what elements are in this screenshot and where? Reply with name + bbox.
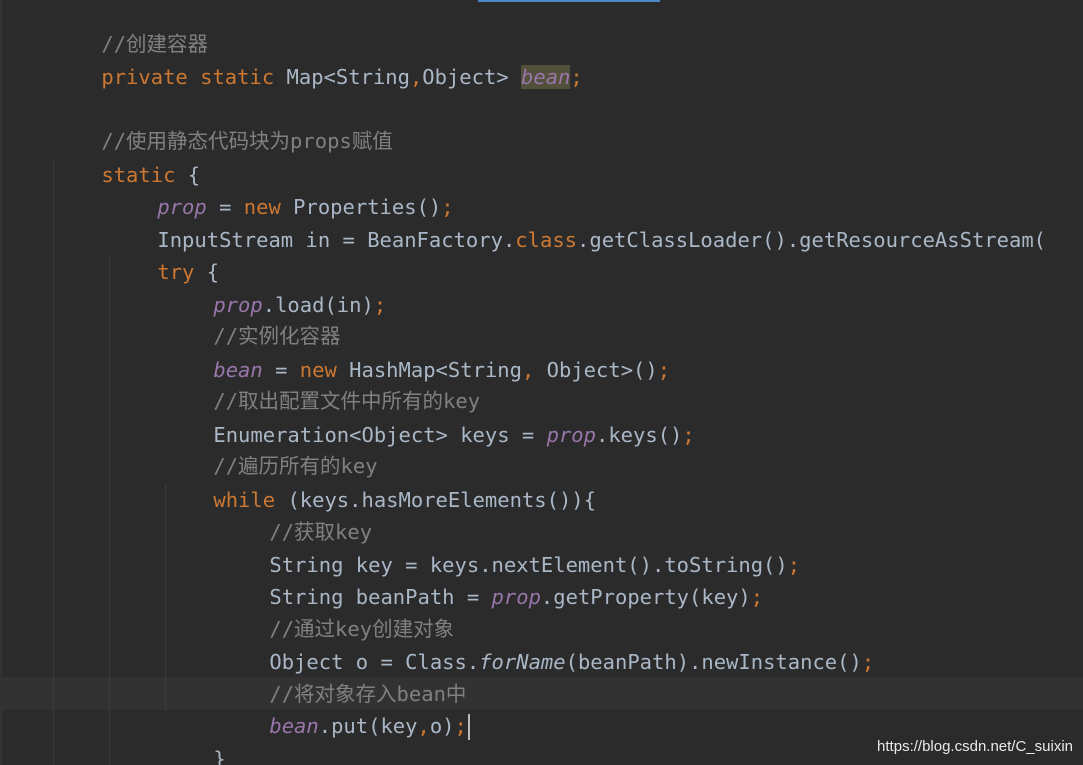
code-token: Object> <box>422 65 522 89</box>
code-token: o) <box>429 714 455 738</box>
code-line[interactable]: //取出配置文件中所有的key <box>164 352 480 413</box>
code-line[interactable]: } <box>164 710 225 765</box>
code-field: prop <box>546 423 596 447</box>
code-field: prop <box>491 585 541 609</box>
code-punctuation: ; <box>657 358 671 382</box>
code-line[interactable]: Enumeration<Object> keys = prop.keys(); <box>164 386 694 447</box>
code-line[interactable]: //创建容器 <box>52 0 208 56</box>
code-punctuation: , <box>417 714 430 738</box>
active-tab-indicator <box>478 0 660 2</box>
code-line[interactable]: private static Map<String,Object> bean; <box>52 28 583 89</box>
code-token: Map<String <box>286 65 410 89</box>
code-line[interactable]: Object o = Class.forName(beanPath).newIn… <box>220 613 874 674</box>
code-token: (beanPath).newInstance() <box>565 650 862 674</box>
indent-guide <box>109 256 110 765</box>
code-line[interactable] <box>52 61 101 94</box>
code-line[interactable]: try { <box>108 223 219 284</box>
code-punctuation: ; <box>787 553 801 577</box>
code-punctuation: , <box>521 358 547 382</box>
text-caret <box>467 714 470 740</box>
code-line[interactable]: //实例化容器 <box>164 287 340 348</box>
code-punctuation: ; <box>373 293 387 317</box>
code-field-highlighted: bean <box>521 65 571 89</box>
code-token: .put(key <box>318 714 418 738</box>
code-keyword: private static <box>101 65 287 89</box>
code-line[interactable]: static { <box>52 126 200 187</box>
code-line[interactable]: String beanPath = prop.getProperty(key); <box>220 548 763 609</box>
code-token: } <box>213 747 226 765</box>
code-line[interactable]: //使用静态代码块为props赋值 <box>52 92 392 153</box>
current-line-highlight <box>0 677 1083 710</box>
code-token: .getClassLoader().getResourceAsStream( <box>577 228 1047 252</box>
code-punctuation: ; <box>861 650 875 674</box>
code-line[interactable]: String key = keys.nextElement().toString… <box>220 516 800 577</box>
code-line[interactable]: //遍历所有的key <box>164 417 377 478</box>
watermark-text: https://blog.csdn.net/C_suixin <box>877 738 1073 755</box>
code-punctuation: ; <box>682 423 695 447</box>
code-line[interactable]: bean = new HashMap<String, Object>(); <box>164 321 670 382</box>
code-line[interactable]: while (keys.hasMoreElements()){ <box>164 451 596 512</box>
code-static-method: forName <box>479 650 566 674</box>
indent-guide <box>53 158 54 765</box>
code-punctuation: ; <box>570 65 583 89</box>
code-line[interactable]: //获取key <box>220 483 372 544</box>
code-keyword: class <box>515 228 578 252</box>
code-line[interactable]: //通过key创建对象 <box>220 580 454 641</box>
code-line[interactable]: InputStream in = BeanFactory.class.getCl… <box>108 191 1046 252</box>
code-line[interactable]: prop.load(in); <box>164 256 386 317</box>
code-line[interactable]: //将对象存入bean中 <box>220 645 466 706</box>
code-token: .keys() <box>596 423 683 447</box>
code-punctuation: ; <box>454 714 467 738</box>
editor-gutter-edge <box>0 0 2 765</box>
code-editor[interactable]: //创建容器 private static Map<String,Object>… <box>0 0 1083 765</box>
code-punctuation: ; <box>750 585 764 609</box>
code-punctuation: , <box>409 65 423 89</box>
code-line[interactable]: prop = new Properties(); <box>108 158 453 219</box>
code-token: Object>() <box>546 358 658 382</box>
code-token: .getProperty(key) <box>540 585 751 609</box>
code-field: bean <box>269 714 319 738</box>
code-line-current[interactable]: bean.put(key,o); <box>220 677 470 740</box>
